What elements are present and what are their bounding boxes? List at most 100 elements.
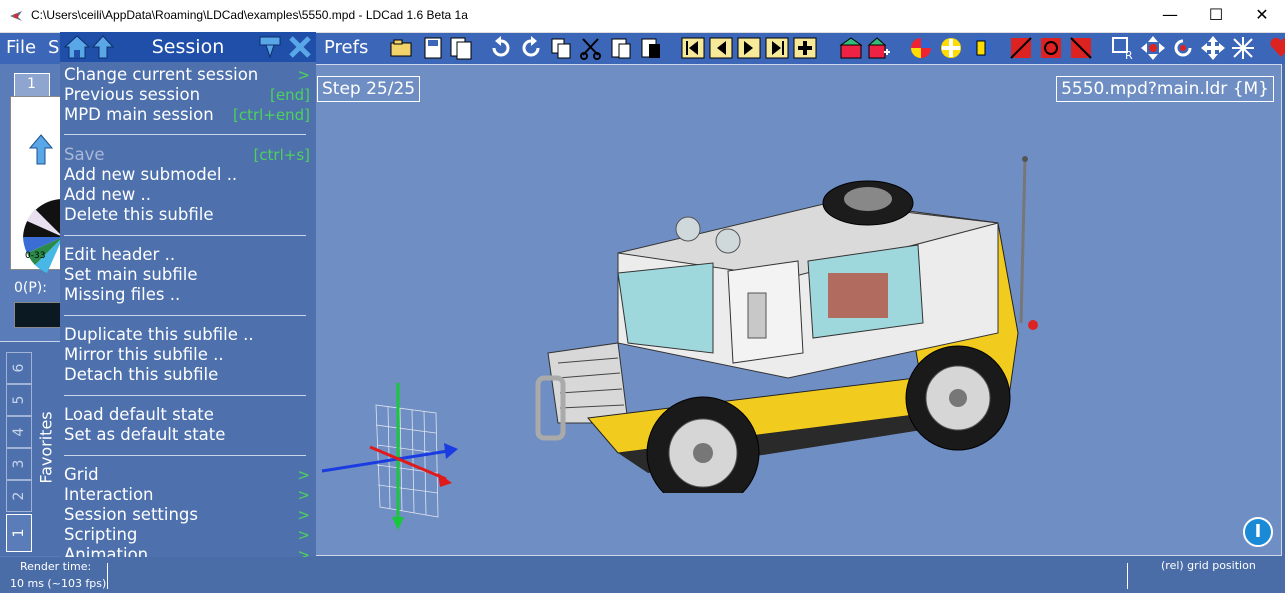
- info-icon[interactable]: I: [1243, 517, 1273, 547]
- menu-separator: [64, 235, 306, 236]
- part-color-field[interactable]: [14, 302, 64, 328]
- group-icon[interactable]: [838, 35, 864, 61]
- menu-item-load-default-state[interactable]: Load default state: [64, 405, 214, 425]
- render-time-label: Render time:: [20, 560, 92, 573]
- up-arrow-icon[interactable]: [28, 134, 54, 166]
- menu-item-change-session[interactable]: Change current session: [64, 65, 258, 85]
- menu-item-set-main-subfile[interactable]: Set main subfile: [64, 265, 197, 285]
- color-bin-icon[interactable]: [968, 35, 994, 61]
- save-all-icon[interactable]: [448, 35, 474, 61]
- shortcut-previous-session: [end]: [270, 86, 310, 104]
- left-panel-top-tab[interactable]: 1: [14, 73, 50, 97]
- step-indicator: Step 25/25: [317, 76, 421, 102]
- shortcut-save: [ctrl+s]: [253, 146, 310, 164]
- favorites-tab-6[interactable]: 6: [6, 352, 32, 384]
- axis-gizmo: [321, 383, 458, 530]
- current-file-indicator: 5550.mpd?main.ldr {M}: [1056, 76, 1274, 102]
- window-title: C:\Users\ceili\AppData\Roaming\LDCad\exa…: [31, 8, 468, 22]
- menu-item-previous-session[interactable]: Previous session: [64, 85, 200, 105]
- menu-item-detach-subfile[interactable]: Detach this subfile: [64, 365, 218, 385]
- menu-file[interactable]: File: [6, 37, 36, 58]
- menu-s[interactable]: S: [48, 37, 59, 58]
- favorites-tab-1[interactable]: 1: [6, 514, 32, 552]
- status-divider: [1127, 563, 1128, 589]
- menu-item-animation[interactable]: Animation: [64, 545, 148, 557]
- last-step-icon[interactable]: [764, 35, 790, 61]
- menu-item-session-settings[interactable]: Session settings: [64, 505, 198, 525]
- submenu-arrow-grid: >: [297, 466, 310, 484]
- 3d-viewport[interactable]: Step 25/25 5550.mpd?main.ldr {M} I: [315, 64, 1282, 556]
- shortcut-change-session: >: [297, 66, 310, 84]
- menu-separator: [64, 315, 306, 316]
- snap-grid-icon[interactable]: [1230, 35, 1256, 61]
- favorites-tab-5[interactable]: 5: [6, 384, 32, 416]
- menu-item-interaction[interactable]: Interaction: [64, 485, 154, 505]
- add-step-icon[interactable]: [792, 35, 818, 61]
- save-icon[interactable]: [420, 35, 446, 61]
- menu-prefs[interactable]: Prefs: [324, 37, 368, 58]
- menu-item-save[interactable]: Save: [64, 145, 105, 165]
- menu-item-scripting[interactable]: Scripting: [64, 525, 137, 545]
- hide-icon[interactable]: [1008, 35, 1034, 61]
- menu-item-grid[interactable]: Grid: [64, 465, 99, 485]
- part-bin-preview[interactable]: 0-33: [10, 96, 63, 273]
- cut-icon[interactable]: [578, 35, 604, 61]
- prev-step-icon[interactable]: [708, 35, 734, 61]
- submenu-arrow-animation: >: [297, 546, 310, 557]
- color-wheel-icon: [23, 198, 63, 273]
- pan-icon[interactable]: [1200, 35, 1226, 61]
- move-icon[interactable]: [1140, 35, 1166, 61]
- menu-item-add-new[interactable]: Add new ..: [64, 185, 151, 205]
- add-color-icon[interactable]: [938, 35, 964, 61]
- favorites-label-box: Favorites: [32, 352, 60, 552]
- pin-icon[interactable]: [258, 35, 282, 59]
- heart-icon[interactable]: [1268, 35, 1285, 61]
- left-panel: 1 0-33 0(P): 6 5 4 3 2 1 Favorites: [0, 64, 64, 557]
- session-menu: Session Change current session > Previou…: [60, 32, 316, 557]
- lego-model-render[interactable]: [528, 153, 1068, 493]
- favorites-tab-3[interactable]: 3: [6, 448, 32, 480]
- add-group-icon[interactable]: [866, 35, 892, 61]
- menu-item-delete-subfile[interactable]: Delete this subfile: [64, 205, 213, 225]
- submenu-arrow-interaction: >: [297, 486, 310, 504]
- menu-item-mpd-main-session[interactable]: MPD main session: [64, 105, 214, 125]
- menu-separator: [64, 455, 306, 456]
- svg-text:R: R: [1125, 49, 1133, 61]
- close-button[interactable]: ✕: [1239, 0, 1285, 32]
- next-step-icon[interactable]: [736, 35, 762, 61]
- maximize-button[interactable]: ☐: [1193, 0, 1239, 32]
- rotate-icon[interactable]: [1170, 35, 1196, 61]
- submenu-arrow-scripting: >: [297, 526, 310, 544]
- left-panel-top-tab-label: 1: [27, 76, 36, 92]
- unhide-icon[interactable]: [1038, 35, 1064, 61]
- paste-icon[interactable]: [608, 35, 634, 61]
- open-icon[interactable]: [388, 35, 414, 61]
- close-menu-icon[interactable]: [288, 35, 312, 59]
- first-step-icon[interactable]: [680, 35, 706, 61]
- color-picker-icon[interactable]: [908, 35, 934, 61]
- minimize-button[interactable]: —: [1147, 0, 1193, 32]
- status-bar: Render time: 10 ms (~103 fps) (rel) grid…: [0, 557, 1285, 593]
- favorites-panel: 6 5 4 3 2 1 Favorites: [0, 341, 62, 556]
- grid-r-icon[interactable]: R: [1110, 35, 1136, 61]
- redo-icon[interactable]: [518, 35, 544, 61]
- render-time-value: 10 ms (~103 fps): [10, 577, 107, 590]
- favorites-tab-4[interactable]: 4: [6, 416, 32, 448]
- menu-item-duplicate-subfile[interactable]: Duplicate this subfile ..: [64, 325, 254, 345]
- favorites-tabs: 6 5 4 3 2 1: [6, 348, 32, 554]
- menu-item-edit-header[interactable]: Edit header ..: [64, 245, 175, 265]
- part-label: 0(P):: [14, 280, 47, 296]
- ghost-icon[interactable]: [1068, 35, 1094, 61]
- undo-icon[interactable]: [488, 35, 514, 61]
- menu-item-missing-files[interactable]: Missing files ..: [64, 285, 180, 305]
- menu-item-mirror-subfile[interactable]: Mirror this subfile ..: [64, 345, 224, 365]
- grid-position-label: (rel) grid position: [1161, 559, 1256, 572]
- range-label: 0-33: [25, 251, 46, 261]
- paste-special-icon[interactable]: [638, 35, 664, 61]
- menu-item-set-default-state[interactable]: Set as default state: [64, 425, 225, 445]
- title-bar: C:\Users\ceili\AppData\Roaming\LDCad\exa…: [0, 0, 1285, 33]
- favorites-tab-2[interactable]: 2: [6, 480, 32, 512]
- session-menu-header: Session: [60, 32, 316, 62]
- copy-icon[interactable]: [548, 35, 574, 61]
- menu-item-add-new-submodel[interactable]: Add new submodel ..: [64, 165, 237, 185]
